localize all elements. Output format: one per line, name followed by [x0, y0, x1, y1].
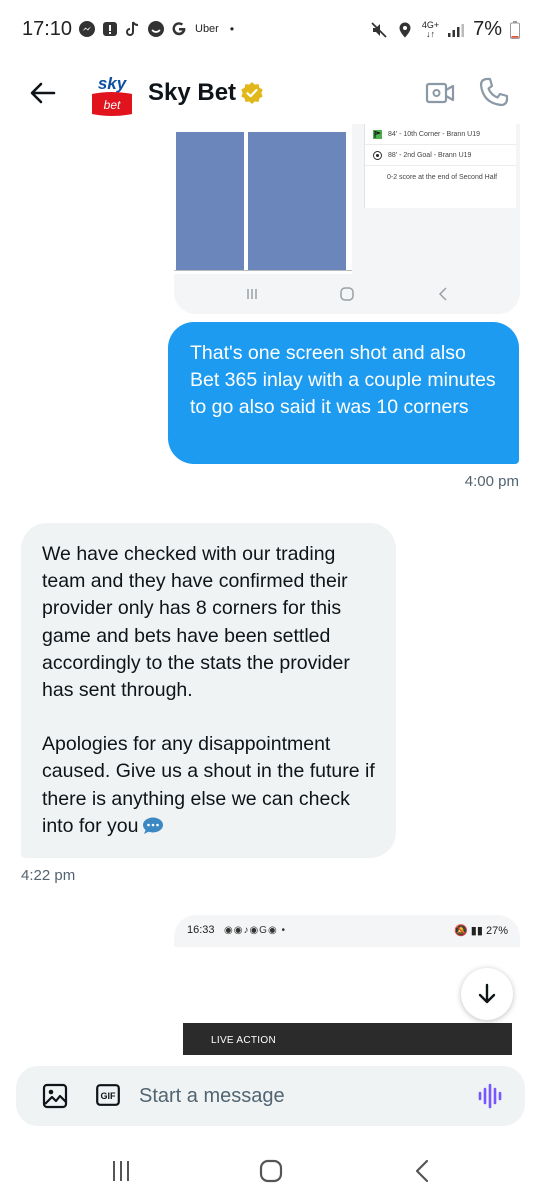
screenshot-live-action-bar: LIVE ACTION — [183, 1023, 512, 1055]
recent-apps-icon[interactable] — [108, 1158, 134, 1184]
mute-icon — [371, 21, 387, 38]
screenshot-event-list: 84' - 10th Corner - Brann U19 88' - 2nd … — [364, 124, 516, 208]
message-input[interactable] — [139, 1080, 449, 1112]
screenshot-notification-icons: ◉◉♪◉G◉ • — [224, 925, 286, 936]
screenshot-battery-percent: 27% — [485, 925, 508, 937]
network-type-label: 4G+ — [421, 19, 440, 30]
signal-icon — [448, 23, 465, 37]
football-icon — [373, 151, 382, 160]
gif-icon[interactable]: GIF — [96, 1084, 120, 1106]
avatar-bet-text: bet — [104, 98, 121, 112]
battery-percent: 7% — [473, 18, 502, 40]
voice-message-icon[interactable] — [476, 1082, 504, 1110]
avatar-sky-text: sky — [98, 74, 128, 93]
video-call-icon[interactable] — [424, 77, 456, 109]
notification-icons: Uber • — [78, 20, 234, 38]
speech-bubble-emoji-icon — [143, 817, 164, 834]
corner-flag-icon — [373, 130, 382, 139]
location-icon — [399, 22, 411, 37]
image-icon[interactable] — [42, 1083, 68, 1109]
message-composer: GIF — [16, 1066, 525, 1126]
shared-screenshot-image[interactable]: 84' - 10th Corner - Brann U19 88' - 2nd … — [174, 124, 520, 314]
message-timestamp: 4:22 pm — [21, 867, 76, 884]
screenshot-event-item: 84' - 10th Corner - Brann U19 — [365, 124, 516, 145]
screenshot-event-item: 88' - 2nd Goal - Brann U19 — [365, 145, 516, 166]
incoming-message-paragraph: We have checked with our trading team an… — [42, 543, 350, 702]
tiktok-icon — [126, 21, 139, 36]
screenshot-nav-bar — [174, 274, 520, 314]
system-navigation-bar — [0, 1140, 540, 1200]
screenshot-event-text: 84' - 10th Corner - Brann U19 — [388, 131, 480, 138]
screenshot-chart-bar — [248, 132, 346, 270]
screenshot-time: 16:33 — [187, 924, 215, 936]
screenshot-chart-bar — [176, 132, 244, 270]
incoming-message-paragraph: Apologies for any disappointment caused.… — [42, 731, 376, 840]
gif-label: GIF — [101, 1091, 117, 1101]
incoming-message-text: Apologies for any disappointment caused.… — [42, 733, 375, 837]
phone-call-icon[interactable] — [478, 76, 510, 108]
avatar[interactable]: sky bet — [90, 70, 134, 118]
outgoing-message-text: That's one screen shot and also Bet 365 … — [190, 342, 496, 418]
alert-icon — [103, 22, 117, 36]
back-arrow-icon[interactable] — [28, 78, 58, 108]
screenshot-chart-area — [174, 124, 352, 274]
conversation-header: sky bet Sky Bet — [0, 62, 540, 124]
smiley-icon — [148, 21, 164, 37]
system-back-icon[interactable] — [410, 1158, 436, 1184]
message-timestamp: 4:00 pm — [464, 473, 519, 490]
screenshot-event-text: 88' - 2nd Goal - Brann U19 — [388, 152, 472, 159]
home-button-icon[interactable] — [258, 1158, 284, 1184]
arrow-down-icon — [478, 983, 496, 1004]
screenshot-status-bar: 16:33 ◉◉♪◉G◉ • 🔕 ▮▮ 27% — [174, 915, 520, 947]
system-status-icons: 4G+ ↓↑ 7% — [370, 18, 520, 41]
uber-label: Uber — [195, 23, 219, 35]
messenger-icon — [79, 21, 95, 37]
screenshot-summary-text: 0-2 score at the end of Second Half — [387, 174, 498, 181]
network-type: 4G+ ↓↑ — [421, 19, 440, 39]
home-icon — [340, 287, 354, 301]
status-time: 17:10 — [22, 18, 73, 40]
battery-icon — [510, 20, 520, 39]
contact-name[interactable]: Sky Bet — [148, 79, 236, 107]
screenshot-battery: 🔕 ▮▮ 27% — [454, 925, 508, 937]
verified-badge-icon — [241, 82, 263, 104]
screenshot-chart-axis — [174, 270, 352, 271]
outgoing-message-bubble[interactable]: That's one screen shot and also Bet 365 … — [168, 322, 519, 464]
incoming-message-bubble[interactable]: We have checked with our trading team an… — [21, 523, 396, 858]
scroll-to-bottom-button[interactable] — [461, 968, 513, 1020]
back-icon — [438, 287, 447, 301]
recents-icon — [247, 289, 257, 299]
google-icon — [172, 22, 186, 36]
more-notifications-dot: • — [229, 22, 235, 36]
status-bar: 17:10 Uber • 4G+ ↓↑ 7% — [0, 0, 540, 62]
screenshot-live-label: LIVE ACTION — [211, 1035, 276, 1046]
